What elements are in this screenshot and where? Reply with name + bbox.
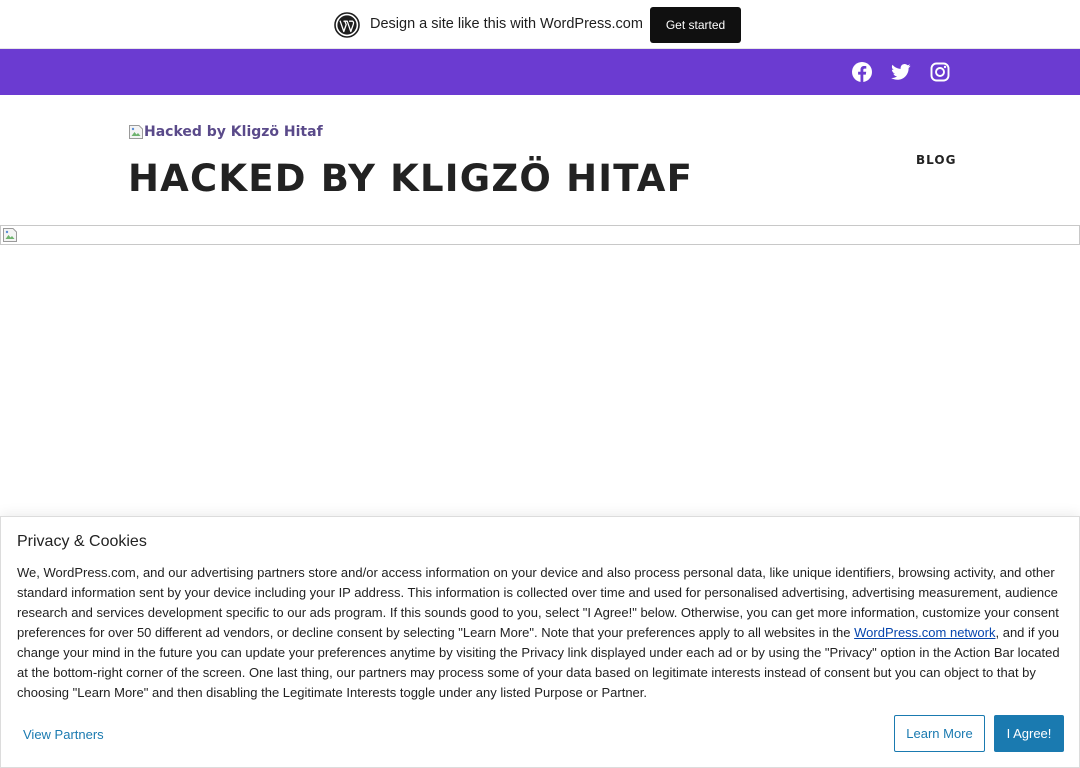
broken-image-icon	[128, 124, 144, 140]
social-links-bar	[0, 49, 1080, 95]
wordpress-promo-bar: Design a site like this with WordPress.c…	[0, 0, 1080, 49]
logo-alt-text: Hacked by Kligzö Hitaf	[144, 124, 323, 140]
get-started-button[interactable]: Get started	[650, 7, 741, 43]
site-header: Hacked by Kligzö Hitaf HACKED BY KLIGZÖ …	[0, 95, 1080, 225]
learn-more-button[interactable]: Learn More	[894, 715, 985, 752]
hero-image	[0, 225, 1080, 245]
cookie-title: Privacy & Cookies	[17, 533, 147, 550]
wordpress-logo-icon[interactable]	[334, 12, 360, 38]
promo-text: Design a site like this with WordPress.c…	[370, 16, 643, 32]
site-title[interactable]: HACKED BY KLIGZÖ HITAF	[128, 157, 693, 200]
wordpress-network-link[interactable]: WordPress.com network	[854, 625, 995, 640]
twitter-icon[interactable]	[890, 61, 912, 83]
site-logo[interactable]: Hacked by Kligzö Hitaf	[128, 121, 323, 143]
instagram-icon[interactable]	[929, 61, 951, 83]
nav-item-blog[interactable]: BLOG	[916, 153, 956, 167]
cookie-consent-banner: Privacy & Cookies We, WordPress.com, and…	[0, 516, 1080, 768]
facebook-icon[interactable]	[851, 61, 873, 83]
broken-image-icon	[2, 227, 18, 243]
agree-button[interactable]: I Agree!	[994, 715, 1064, 752]
view-partners-link[interactable]: View Partners	[23, 727, 104, 742]
cookie-text: We, WordPress.com, and our advertising p…	[17, 563, 1067, 703]
